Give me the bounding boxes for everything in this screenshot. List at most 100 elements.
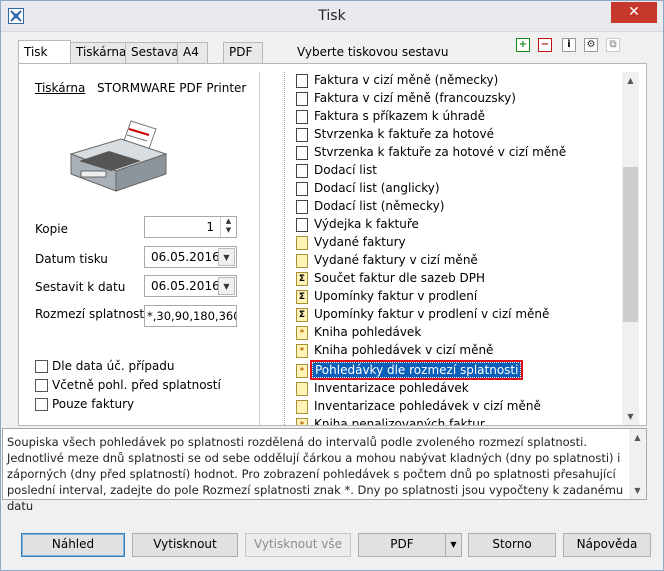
tree-line <box>284 72 285 425</box>
star-report-icon: * <box>296 364 308 378</box>
report-item[interactable]: * Kniha penalizovaných faktur <box>290 416 610 425</box>
due-range-input[interactable]: *,30,90,180,360,* <box>144 305 237 327</box>
checkbox-label: Pouze faktury <box>52 397 135 411</box>
document-icon <box>296 146 308 160</box>
sum-icon: Σ <box>296 308 308 322</box>
report-list-icon <box>296 236 308 250</box>
report-item-selected[interactable]: * Pohledávky dle rozmezí splatnosti <box>290 360 610 380</box>
tab-title: Vyberte tiskovou sestavu <box>297 45 449 59</box>
checkbox-box[interactable] <box>35 398 48 411</box>
add-icon[interactable]: + <box>516 38 530 52</box>
tab-pdf[interactable]: PDF <box>223 42 263 64</box>
chevron-down-icon[interactable]: ▼ <box>445 534 461 556</box>
report-item[interactable]: Inventarizace pohledávek <box>290 380 610 398</box>
description-text: Soupiska všech pohledávek po splatnosti … <box>7 435 624 513</box>
print-date-label: Datum tisku <box>35 252 108 266</box>
report-item[interactable]: Faktura v cizí měně (francouzsky) <box>290 90 610 108</box>
info-icon[interactable]: i <box>562 38 576 52</box>
chevron-down-icon[interactable]: ▼ <box>218 277 235 295</box>
report-tree[interactable]: Faktura v cizí měně (německy) Faktura v … <box>259 72 639 425</box>
printer-name: STORMWARE PDF Printer <box>97 81 247 95</box>
tab-tisk[interactable]: Tisk <box>18 40 71 64</box>
cancel-label: Storno <box>492 537 532 551</box>
preview-label: Náhled <box>51 537 95 551</box>
chevron-down-icon[interactable]: ▼ <box>218 248 235 266</box>
remove-icon[interactable]: − <box>538 38 552 52</box>
spin-arrows-icon[interactable]: ▲ ▼ <box>220 217 236 237</box>
checkbox-box[interactable] <box>35 379 48 392</box>
document-icon <box>296 128 308 142</box>
help-label: Nápověda <box>576 537 638 551</box>
star-report-icon: * <box>296 326 308 340</box>
report-item[interactable]: Vydané faktury v cizí měně <box>290 252 610 270</box>
report-item[interactable]: Σ Upomínky faktur v prodlení v cizí měně <box>290 306 610 324</box>
compile-date-field[interactable]: 06.05.2016 ▼ <box>144 275 237 297</box>
tab-sestava[interactable]: Sestava <box>125 42 179 64</box>
checkbox-box[interactable] <box>35 360 48 373</box>
help-button[interactable]: Nápověda <box>563 533 651 557</box>
copies-value: 1 <box>206 220 214 234</box>
checkbox-label: Dle data úč. případu <box>52 359 175 373</box>
report-item[interactable]: Výdejka k faktuře <box>290 216 610 234</box>
compile-date-value: 06.05.2016 <box>151 279 220 293</box>
cancel-button[interactable]: Storno <box>468 533 556 557</box>
star-report-icon: * <box>296 418 308 425</box>
report-item[interactable]: Dodací list <box>290 162 610 180</box>
report-item[interactable]: Stvrzenka k faktuře za hotové v cizí měn… <box>290 144 610 162</box>
scroll-up-icon[interactable]: ▲ <box>622 72 639 89</box>
report-item[interactable]: Faktura s příkazem k úhradě <box>290 108 610 126</box>
description-scrollbar[interactable]: ▲ ▼ <box>629 429 646 499</box>
close-button[interactable]: ✕ <box>611 2 657 23</box>
report-list-icon <box>296 400 308 414</box>
report-item[interactable]: Dodací list (anglicky) <box>290 180 610 198</box>
report-item[interactable]: Σ Upomínky faktur v prodlení <box>290 288 610 306</box>
copy-icon[interactable]: ⧉ <box>606 38 620 52</box>
printer-link[interactable]: Tiskárna <box>35 81 85 95</box>
report-description: Soupiska všech pohledávek po splatnosti … <box>2 428 647 513</box>
title-bar: Tisk ✕ <box>1 1 663 32</box>
tisk-panel: Tiskárna STORMWARE PDF Printer Kopie 1 ▲… <box>18 63 647 426</box>
document-icon <box>296 164 308 178</box>
preview-button[interactable]: Náhled <box>21 533 125 557</box>
report-item[interactable]: Inventarizace pohledávek v cizí měně <box>290 398 610 416</box>
pdf-button[interactable]: PDF ▼ <box>358 533 462 557</box>
report-item[interactable]: * Kniha pohledávek v cizí měně <box>290 342 610 360</box>
pdf-label: PDF <box>390 537 414 551</box>
copies-stepper[interactable]: 1 ▲ ▼ <box>144 216 237 238</box>
report-item[interactable]: Σ Součet faktur dle sazeb DPH <box>290 270 610 288</box>
checkbox-label: Včetně pohl. před splatností <box>52 378 221 392</box>
scroll-down-icon[interactable]: ▼ <box>629 482 646 499</box>
settings-icon[interactable]: ⚙ <box>584 38 598 52</box>
report-list-scrollbar[interactable]: ▲ ▼ <box>622 72 639 425</box>
printer-icon <box>61 119 181 197</box>
compile-date-label: Sestavit k datu <box>35 280 126 294</box>
scroll-down-icon[interactable]: ▼ <box>622 408 639 425</box>
star-report-icon: * <box>296 344 308 358</box>
print-button[interactable]: Vytisknout <box>132 533 238 557</box>
window-title: Tisk <box>318 8 346 24</box>
copies-label: Kopie <box>35 222 68 236</box>
scroll-up-icon[interactable]: ▲ <box>629 429 646 446</box>
document-icon <box>296 200 308 214</box>
print-date-field[interactable]: 06.05.2016 ▼ <box>144 246 237 268</box>
document-icon <box>296 182 308 196</box>
print-all-label: Vytisknout vše <box>253 537 343 551</box>
report-list-icon <box>296 254 308 268</box>
print-dialog: Tisk ✕ Tisk Tiskárna Sestava A4 PDF Vybe… <box>0 0 664 571</box>
report-item[interactable]: Vydané faktury <box>290 234 610 252</box>
scrollbar-thumb[interactable] <box>623 167 638 322</box>
report-item[interactable]: * Kniha pohledávek <box>290 324 610 342</box>
report-item[interactable]: Dodací list (německy) <box>290 198 610 216</box>
print-all-button[interactable]: Vytisknout vše <box>245 533 351 557</box>
print-label: Vytisknout <box>153 537 217 551</box>
report-list-icon <box>296 382 308 396</box>
tab-a4[interactable]: A4 <box>177 42 208 64</box>
sum-icon: Σ <box>296 290 308 304</box>
due-range-label: Rozmezí splatnosti <box>35 307 148 321</box>
document-icon <box>296 92 308 106</box>
report-item[interactable]: Stvrzenka k faktuře za hotové <box>290 126 610 144</box>
tab-tiskarna[interactable]: Tiskárna <box>70 42 126 64</box>
report-item[interactable]: Faktura v cizí měně (německy) <box>290 72 610 90</box>
print-date-value: 06.05.2016 <box>151 250 220 264</box>
document-icon <box>296 110 308 124</box>
